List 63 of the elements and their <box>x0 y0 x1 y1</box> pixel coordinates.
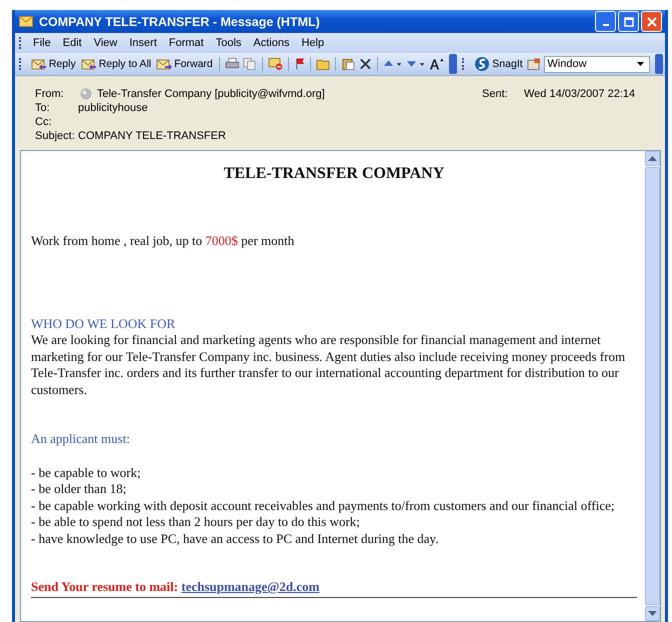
requirement-item: - be able to spend not less than 2 hours per day to do this work; <box>31 514 361 530</box>
envelope-forward-icon <box>156 57 172 71</box>
envelope-delete-icon[interactable] <box>268 57 283 71</box>
toolbar-button[interactable]: Reply to All <box>80 57 152 71</box>
flag-icon[interactable] <box>294 57 305 71</box>
email-link[interactable]: techsupmanage@2d.com <box>181 579 320 594</box>
maximize-button[interactable] <box>618 11 639 32</box>
menu-item[interactable]: View <box>88 37 124 49</box>
scroll-down-button[interactable] <box>645 606 660 621</box>
down-caret-icon <box>648 610 657 616</box>
maximize-icon <box>624 16 634 26</box>
font-size-icon[interactable] <box>429 57 444 71</box>
section-title: WHO DO WE LOOK FOR <box>31 316 176 332</box>
toolbar-overflow-icon[interactable] <box>449 54 458 74</box>
up-caret-icon <box>648 156 657 162</box>
close-button[interactable] <box>641 11 662 32</box>
printer-icon[interactable] <box>224 57 240 71</box>
sent-date: Wed 14/03/2007 22:14 <box>524 88 636 100</box>
requirement-item: - be capable working with deposit account receivables and payments to/from customers and our financial office; <box>31 498 616 514</box>
contact-prompt: Send Your resume to mail: <box>31 579 180 594</box>
close-icon <box>646 16 656 26</box>
minimize-button[interactable] <box>595 11 616 32</box>
dropdown-caret-icon <box>636 62 646 66</box>
menu-item[interactable]: Actions <box>247 37 296 49</box>
menu-item[interactable]: Format <box>162 37 210 49</box>
recipient: publicityhouse <box>78 102 148 114</box>
window-dropdown[interactable]: Window <box>544 56 650 72</box>
field-label: Subject: <box>35 130 76 142</box>
intro-text: Work from home , real job, up to 7000$ per month <box>31 233 296 250</box>
copy-icon[interactable] <box>242 57 258 71</box>
scroll-up-button[interactable] <box>645 151 660 166</box>
capture-icon[interactable] <box>526 57 542 71</box>
menu-item[interactable]: Tools <box>210 37 248 49</box>
field-label: Sent: <box>482 88 509 100</box>
menu-item[interactable]: File <box>27 37 57 49</box>
minimize-icon <box>602 24 608 26</box>
sender: Tele-Transfer Company [publicity@wifvmd.org] <box>97 88 326 100</box>
paragraph: We are looking for financial and marketing agents who are responsible for financial management and internet marketing for our Tele-Transfer Company inc. business. Agent duties also include receiving money proceeds from Tele-Transfer inc. orders and its further transfer to our international accounting department for distribution to our customers. <box>31 332 626 398</box>
section-title: An applicant must: <box>31 431 131 448</box>
field-label: To: <box>35 102 51 114</box>
envelope-icon <box>19 16 33 27</box>
envelope-reply-icon <box>30 57 47 71</box>
requirement-item: - have knowledge to use PC, have an access to PC and Internet during the day. <box>31 530 440 547</box>
clipboard-icon[interactable] <box>341 57 356 71</box>
window-title: COMPANY TELE-TRANSFER - Message (HTML) <box>39 14 321 28</box>
requirement-item: - be capable to work; <box>31 464 142 481</box>
menu-item[interactable]: Insert <box>123 37 163 49</box>
toolbar-overflow-icon[interactable] <box>654 54 663 74</box>
subject: COMPANY TELE-TRANSFER <box>78 130 226 142</box>
contact-status-icon <box>80 88 92 100</box>
envelope-reply-icon <box>80 57 97 71</box>
toolbar-button[interactable]: Reply <box>30 57 77 71</box>
delete-icon[interactable] <box>359 57 372 71</box>
menu-item[interactable]: Edit <box>56 37 88 49</box>
snagit-button[interactable]: SnagIt <box>473 56 524 72</box>
field-label: From: <box>35 88 65 100</box>
requirement-item: - be older than 18; <box>31 481 128 498</box>
toolbar-button[interactable]: Forward <box>155 57 214 71</box>
message-heading: TELE-TRANSFER COMPANY <box>222 165 446 183</box>
snagit-logo-icon <box>474 56 490 72</box>
menu-item[interactable]: Help <box>295 37 330 49</box>
folder-icon[interactable] <box>316 57 330 71</box>
field-label: Cc: <box>35 116 52 128</box>
